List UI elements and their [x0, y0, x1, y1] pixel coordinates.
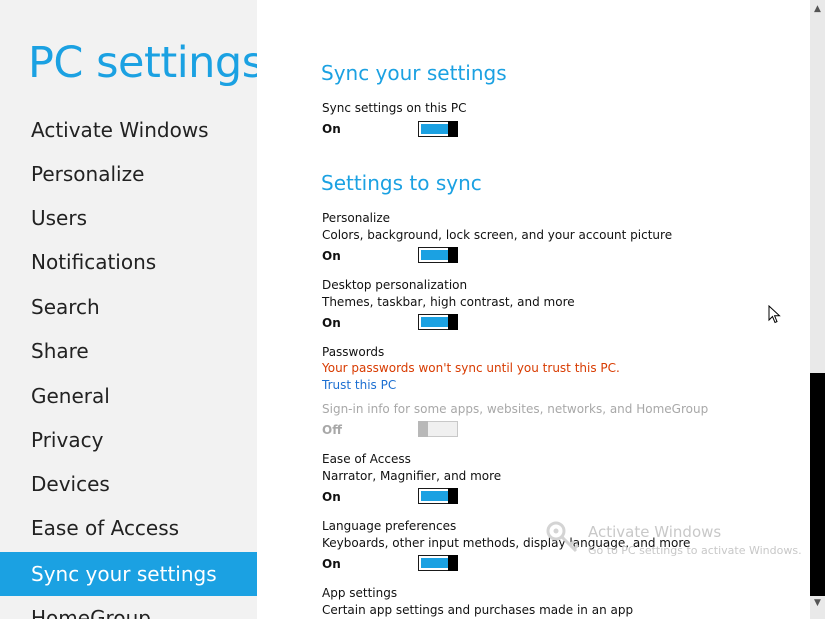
- desktop-personalization-label: Desktop personalization: [322, 278, 468, 292]
- passwords-description: Sign-in info for some apps, websites, ne…: [322, 402, 709, 416]
- personalize-state: On: [322, 249, 341, 263]
- vertical-scrollbar[interactable]: ▲ ▼: [810, 0, 825, 619]
- toggle-thumb: [448, 121, 458, 137]
- ease-of-access-description: Narrator, Magnifier, and more: [322, 469, 502, 483]
- nav-item-share[interactable]: Share: [0, 329, 257, 373]
- toggle-fill: [421, 250, 449, 260]
- chevron-up-icon[interactable]: ▲: [810, 2, 825, 16]
- page-title: PC settings: [28, 38, 257, 88]
- passwords-warning: Your passwords won't sync until you trus…: [322, 361, 620, 375]
- personalize-toggle[interactable]: [418, 247, 458, 263]
- toggle-fill: [421, 124, 449, 134]
- nav-item-general[interactable]: General: [0, 374, 257, 418]
- section-title-settings-to-sync: Settings to sync: [321, 171, 482, 195]
- toggle-thumb: [448, 247, 458, 263]
- trust-this-pc-link[interactable]: Trust this PC: [322, 378, 396, 392]
- language-preferences-toggle[interactable]: [418, 555, 458, 571]
- passwords-state: Off: [322, 423, 342, 437]
- nav-item-notifications[interactable]: Notifications: [0, 240, 257, 284]
- language-preferences-label: Language preferences: [322, 519, 457, 533]
- toggle-thumb: [448, 314, 458, 330]
- mouse-pointer-icon: [768, 305, 781, 324]
- personalize-description: Colors, background, lock screen, and you…: [322, 228, 673, 242]
- nav-item-privacy[interactable]: Privacy: [0, 418, 257, 462]
- sync-settings-state: On: [322, 122, 341, 136]
- app-settings-label: App settings: [322, 586, 398, 600]
- toggle-fill: [421, 558, 449, 568]
- passwords-label: Passwords: [322, 345, 385, 359]
- ease-of-access-toggle[interactable]: [418, 488, 458, 504]
- desktop-personalization-state: On: [322, 316, 341, 330]
- nav-item-users[interactable]: Users: [0, 196, 257, 240]
- passwords-toggle: [418, 421, 458, 437]
- sync-settings-toggle[interactable]: [418, 121, 458, 137]
- key-icon: [546, 521, 580, 553]
- language-preferences-state: On: [322, 557, 341, 571]
- section-title-sync-your-settings: Sync your settings: [321, 61, 507, 85]
- personalize-label: Personalize: [322, 211, 391, 225]
- toggle-thumb: [448, 488, 458, 504]
- settings-content: Sync your settings Sync settings on this…: [257, 0, 810, 619]
- scrollbar-thumb[interactable]: [810, 373, 825, 596]
- app-settings-description: Certain app settings and purchases made …: [322, 603, 634, 617]
- left-pane: PC settings Activate Windows Personalize…: [0, 0, 257, 619]
- toggle-fill: [421, 491, 449, 501]
- ease-of-access-state: On: [322, 490, 341, 504]
- chevron-down-icon[interactable]: ▼: [810, 596, 825, 610]
- ease-of-access-label: Ease of Access: [322, 452, 411, 466]
- activate-windows-watermark-title: Activate Windows: [588, 523, 722, 541]
- nav-item-sync-your-settings[interactable]: Sync your settings: [0, 552, 257, 596]
- desktop-personalization-toggle[interactable]: [418, 314, 458, 330]
- nav-item-ease-of-access[interactable]: Ease of Access: [0, 506, 257, 550]
- activate-windows-watermark-subtitle: Go to PC settings to activate Windows.: [588, 544, 802, 557]
- desktop-personalization-description: Themes, taskbar, high contrast, and more: [322, 295, 575, 309]
- nav-item-homegroup[interactable]: HomeGroup: [0, 596, 257, 619]
- toggle-thumb: [418, 421, 428, 437]
- nav-item-search[interactable]: Search: [0, 285, 257, 329]
- nav-item-activate-windows[interactable]: Activate Windows: [0, 108, 257, 152]
- nav-item-devices[interactable]: Devices: [0, 462, 257, 506]
- sync-settings-label: Sync settings on this PC: [322, 101, 467, 115]
- toggle-thumb: [448, 555, 458, 571]
- toggle-fill: [421, 317, 449, 327]
- nav-item-personalize[interactable]: Personalize: [0, 152, 257, 196]
